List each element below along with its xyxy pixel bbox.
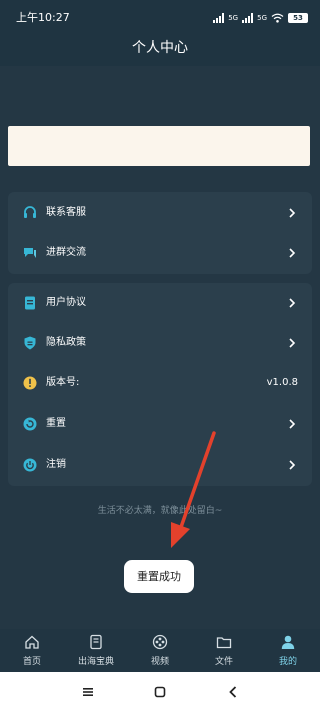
signal-label: 5G: [257, 14, 267, 22]
nav-label: 我的: [278, 657, 297, 667]
user-icon: [281, 635, 295, 649]
signal-label: 5G: [228, 14, 239, 22]
header: 个人中心: [0, 28, 320, 66]
chevron-right-icon: [289, 460, 296, 470]
chevron-right-icon: [289, 298, 296, 308]
battery-icon: 53: [288, 13, 308, 23]
cell-signal-icon: [242, 13, 254, 23]
headset-icon: [24, 206, 36, 218]
menu-icon[interactable]: [80, 684, 96, 700]
menu-item-label: 重置: [46, 418, 66, 429]
nav-label: 出海宝典: [77, 657, 114, 667]
menu-item-privacy-policy[interactable]: 隐私政策: [8, 323, 312, 363]
folder-icon: [216, 637, 232, 649]
chevron-right-icon: [289, 338, 296, 348]
chevron-right-icon: [289, 248, 296, 258]
cell-signal-icon: [213, 13, 225, 23]
nav-label: 视频: [150, 657, 169, 667]
home-icon: [25, 635, 39, 649]
menu-item-logout[interactable]: 注销: [8, 445, 312, 485]
book-icon: [90, 634, 102, 650]
menu-item-version: 版本号: v1.0.8: [8, 363, 312, 403]
status-bar: 上午10:27 5G 5G 53: [0, 0, 320, 28]
wifi-icon: [271, 13, 284, 23]
system-nav-bar: [0, 672, 320, 711]
menu-item-join-group[interactable]: 进群交流: [8, 233, 312, 273]
back-icon[interactable]: [225, 684, 241, 700]
menu-item-user-agreement[interactable]: 用户协议: [8, 283, 312, 323]
status-time: 上午10:27: [16, 11, 70, 24]
nav-guide[interactable]: 出海宝典: [66, 629, 126, 672]
menu-item-label: 进群交流: [46, 247, 86, 258]
video-icon: [152, 634, 168, 650]
user-info-banner[interactable]: [8, 126, 310, 166]
nav-files[interactable]: 文件: [194, 629, 254, 672]
bottom-nav: 首页 出海宝典 视频 文件 我的: [0, 629, 320, 672]
slogan-text: 生活不必太满，就像此处留白~: [97, 506, 223, 516]
menu-item-label: 隐私政策: [46, 337, 86, 348]
status-icons: 5G 5G 53: [213, 11, 308, 25]
menu-item-label: 注销: [46, 459, 66, 470]
menu-item-label: 联系客服: [46, 207, 86, 218]
chevron-right-icon: [289, 208, 296, 218]
toast-message: 重置成功: [124, 560, 194, 593]
settings-menu-card: 用户协议 隐私政策 版本号: v1.0.8 重置 注销: [8, 283, 312, 486]
shield-icon: [24, 336, 36, 350]
nav-label: 首页: [22, 657, 41, 667]
document-icon: [25, 296, 35, 310]
menu-item-label: 用户协议: [46, 297, 86, 308]
nav-home[interactable]: 首页: [2, 629, 62, 672]
page-title: 个人中心: [132, 40, 188, 56]
support-menu-card: 联系客服 进群交流: [8, 192, 312, 274]
home-square-icon[interactable]: [152, 684, 168, 700]
nav-video[interactable]: 视频: [130, 629, 190, 672]
refresh-icon: [23, 417, 37, 431]
menu-item-label: 版本号:: [46, 377, 80, 388]
nav-label: 文件: [214, 657, 233, 667]
power-icon: [23, 458, 37, 472]
menu-item-contact-service[interactable]: 联系客服: [8, 193, 312, 233]
menu-item-reset[interactable]: 重置: [8, 404, 312, 444]
version-value: v1.0.8: [266, 377, 298, 388]
nav-profile[interactable]: 我的: [258, 629, 318, 672]
chevron-right-icon: [289, 419, 296, 429]
info-icon: [23, 376, 37, 390]
profile-screen: 上午10:27 5G 5G 53 个人中心 联系客服 进群交流 用户协议 隐私政…: [0, 0, 320, 711]
group-chat-icon: [24, 248, 36, 258]
